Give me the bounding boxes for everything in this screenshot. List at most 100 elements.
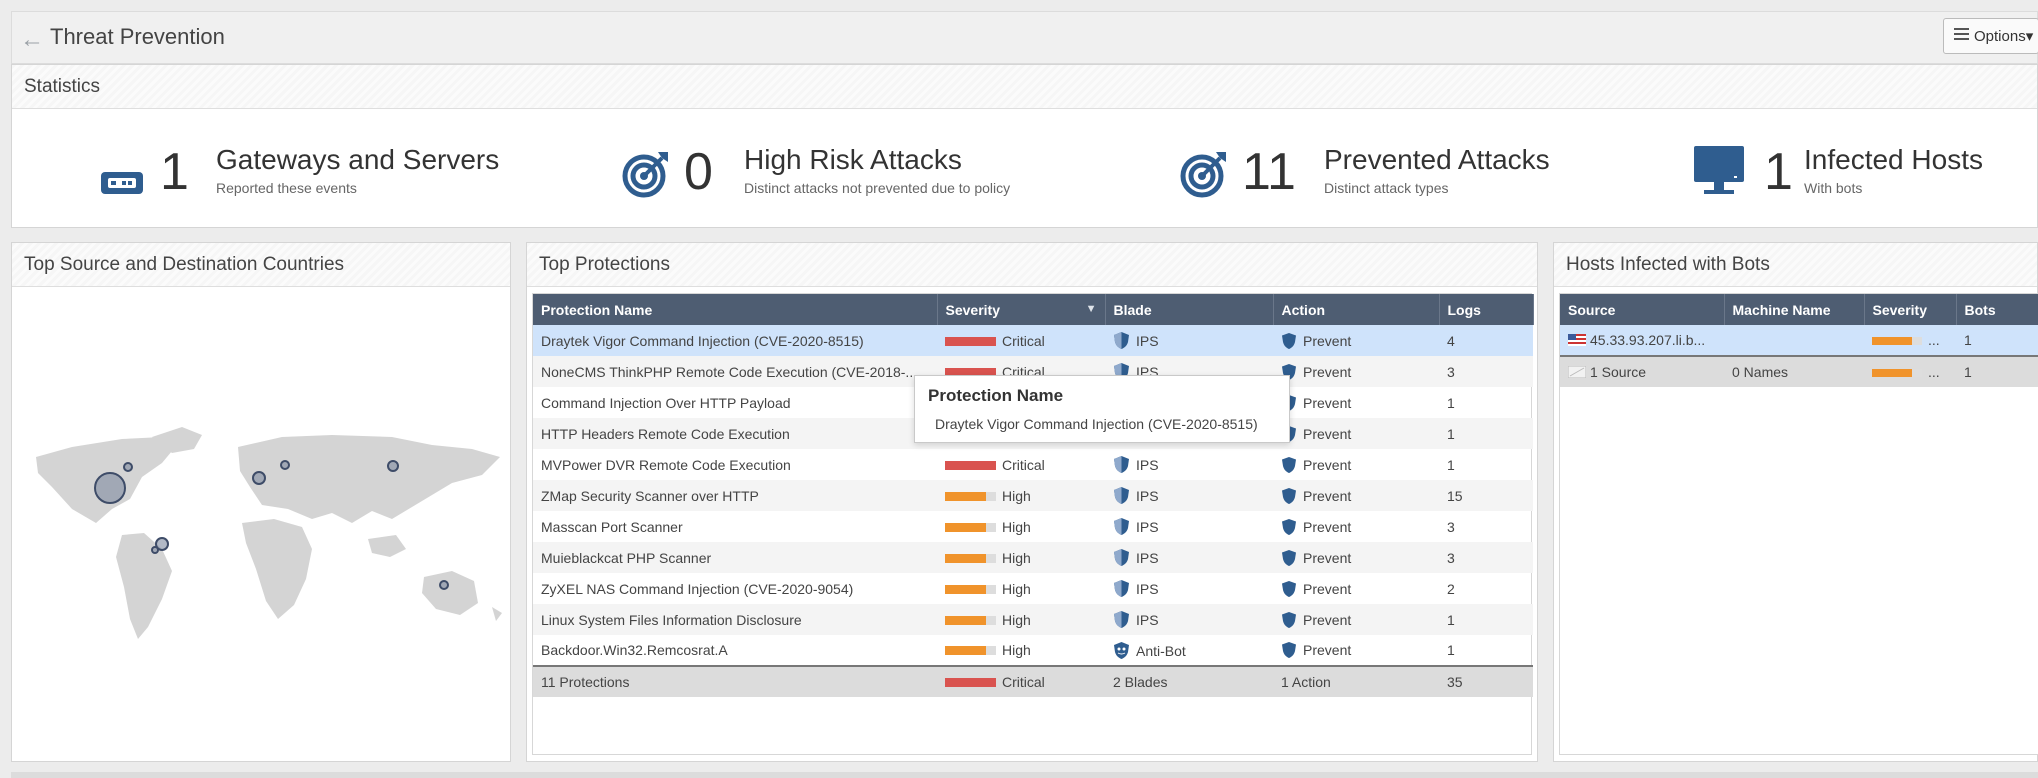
col-logs[interactable]: Logs: [1439, 294, 1534, 325]
col-severity[interactable]: Severity ▼: [937, 294, 1106, 325]
target-icon: [1180, 152, 1226, 198]
severity-bar: [945, 615, 996, 625]
bot-sum-machine: 0 Names: [1724, 355, 1864, 387]
table-row[interactable]: Masscan Port Scanner High IPS Prevent 3: [533, 511, 1533, 542]
stat-label: High Risk Attacks: [744, 144, 962, 175]
protection-name: Linux System Files Information Disclosur…: [533, 604, 937, 635]
blade-label: IPS: [1136, 333, 1159, 349]
tooltip-title: Protection Name: [928, 386, 1064, 405]
ips-shield-icon: [1114, 611, 1129, 628]
anti-bot-icon: [1114, 641, 1129, 659]
severity-bar: [945, 522, 996, 532]
options-button[interactable]: Options▾: [1943, 18, 2038, 54]
logs-count: 3: [1439, 542, 1533, 573]
severity-bar: [945, 336, 996, 346]
protection-name: HTTP Headers Remote Code Execution: [533, 418, 937, 449]
ips-shield-icon: [1114, 549, 1129, 566]
table-row[interactable]: MVPower DVR Remote Code Execution Critica…: [533, 449, 1533, 480]
protection-name: MVPower DVR Remote Code Execution: [541, 456, 791, 473]
protection-name: NoneCMS ThinkPHP Remote Code Execution (…: [533, 356, 937, 387]
action-label: Prevent: [1303, 549, 1352, 566]
protection-name: Muieblackcat PHP Scanner: [533, 542, 937, 573]
action-label: Prevent: [1303, 332, 1352, 349]
action-label: Prevent: [1303, 456, 1352, 473]
table-row[interactable]: ZMap Security Scanner over HTTP High IPS Pr…: [533, 480, 1533, 511]
col-severity[interactable]: Severity: [1864, 294, 1957, 325]
col-bots[interactable]: Bots: [1956, 294, 2038, 325]
protections-grid: Protection Name Severity ▼ Blade Action L…: [532, 293, 1534, 755]
unknown-flag-icon: [1567, 365, 1587, 379]
logs-count: 15: [1439, 480, 1533, 511]
stat-label: Infected Hosts: [1804, 144, 1983, 175]
col-machine-name[interactable]: Machine Name: [1724, 294, 1865, 325]
bot-count: 1: [1956, 325, 2038, 356]
severity-bar: [945, 553, 996, 563]
sort-desc-icon[interactable]: ▼: [1086, 303, 1097, 315]
stat-value: 0: [684, 143, 713, 201]
bots-grid: Source Machine Name Severity Bots 45.33.…: [1559, 293, 2038, 755]
summary-severity: Critical: [1002, 674, 1045, 690]
protection-name: Command Injection Over HTTP Payload: [541, 394, 791, 411]
table-row[interactable]: 45.33.93.207.li.b... ... 1: [1560, 325, 2038, 356]
severity-label: High: [1002, 642, 1031, 658]
footer-divider: [11, 772, 2038, 778]
gateway-icon: [101, 172, 143, 194]
bots-panel: Hosts Infected with Bots Source Machine …: [1553, 242, 2038, 762]
countries-title: Top Source and Destination Countries: [12, 243, 510, 287]
logs-count: 4: [1439, 325, 1533, 356]
menu-icon: [1954, 28, 1969, 43]
ips-shield-icon: [1114, 580, 1129, 597]
col-blade[interactable]: Blade: [1105, 294, 1274, 325]
summary-action: 1 Action: [1273, 665, 1439, 697]
col-action[interactable]: Action: [1273, 294, 1440, 325]
table-row[interactable]: Linux System Files Information Disclosur…: [533, 604, 1533, 635]
world-map[interactable]: [12, 287, 510, 761]
bot-sum-severity: ...: [1928, 364, 1940, 380]
table-row[interactable]: Muieblackcat PHP Scanner High IPS Prevent 3: [533, 542, 1533, 573]
stat-value: 1: [1764, 143, 1793, 201]
action-label: Prevent: [1303, 487, 1352, 504]
protections-table: Protection Name Severity ▼ Blade Action L…: [533, 294, 1534, 697]
severity-bar: [1872, 369, 1922, 377]
bot-severity: ...: [1928, 332, 1940, 348]
table-row[interactable]: Draytek Vigor Command Injection (CVE-202…: [533, 325, 1533, 356]
prevent-shield-icon: [1282, 518, 1296, 535]
stat-value: 11: [1242, 143, 1296, 201]
blade-label: IPS: [1136, 488, 1159, 504]
table-row[interactable]: ZyXEL NAS Command Injection (CVE-2020-90…: [533, 573, 1533, 604]
severity-label: High: [1002, 487, 1031, 504]
logs-count: 3: [1439, 356, 1533, 387]
logs-count: 1: [1439, 604, 1533, 635]
summary-name: 11 Protections: [533, 665, 937, 697]
action-label: Prevent: [1303, 611, 1352, 628]
bot-machine: [1724, 325, 1864, 356]
ips-shield-icon: [1114, 487, 1129, 504]
page-header: ← Threat Prevention Options▾: [11, 11, 2038, 64]
stat-sub: Distinct attack types: [1324, 180, 1449, 196]
severity-label: Critical: [1002, 332, 1045, 349]
arrow-left-icon[interactable]: ←: [20, 26, 44, 54]
prevent-shield-icon: [1282, 487, 1296, 504]
table-header-row: Source Machine Name Severity Bots: [1560, 294, 2038, 325]
table-row[interactable]: Backdoor.Win32.Remcosrat.A High Anti-Bot Pr…: [533, 635, 1533, 666]
tooltip-value: Draytek Vigor Command Injection (CVE-202…: [935, 416, 1258, 432]
stat-sub: Distinct attacks not prevented due to po…: [744, 180, 1011, 196]
severity-label: High: [1002, 611, 1031, 628]
severity-label: High: [1002, 518, 1031, 535]
logs-count: 2: [1447, 580, 1455, 597]
col-protection-name[interactable]: Protection Name: [533, 294, 938, 325]
protection-name: Masscan Port Scanner: [541, 518, 683, 535]
prevent-shield-icon: [1282, 456, 1296, 473]
bot-source: 45.33.93.207.li.b...: [1590, 332, 1706, 348]
blade-label: Anti-Bot: [1136, 642, 1186, 659]
prevent-shield-icon: [1282, 332, 1296, 349]
logs-count: 1: [1447, 642, 1455, 658]
severity-bar: [945, 584, 996, 594]
summary-row: 1 Source 0 Names ... 1: [1560, 355, 2038, 387]
col-source[interactable]: Source: [1560, 294, 1725, 325]
statistics-title: Statistics: [12, 65, 2037, 109]
stat-sub: With bots: [1804, 180, 1863, 196]
logs-count: 1: [1447, 394, 1455, 411]
prevent-shield-icon: [1282, 611, 1296, 628]
protection-name: Draytek Vigor Command Injection (CVE-202…: [533, 325, 937, 356]
